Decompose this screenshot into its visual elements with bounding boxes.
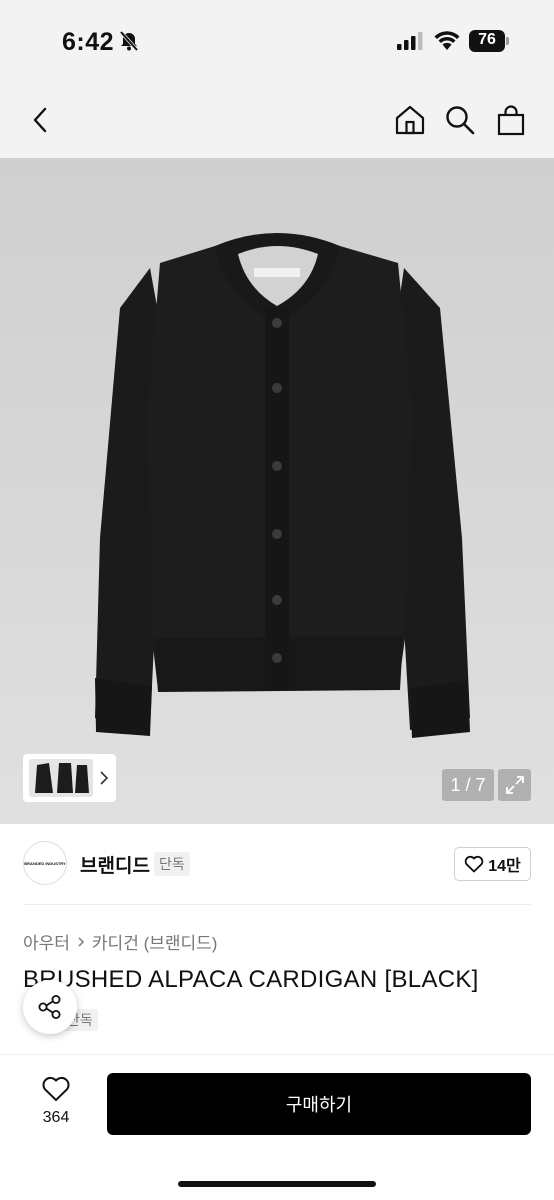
battery-nub — [506, 37, 509, 45]
wishlist-button[interactable]: 364 — [34, 1075, 78, 1135]
battery-indicator: 76 — [469, 30, 509, 52]
product-image — [95, 233, 470, 738]
brand-like-count: 14만 — [488, 858, 521, 875]
buy-button[interactable]: 구매하기 — [107, 1073, 531, 1135]
divider — [23, 904, 531, 905]
image-counter: 1 / 7 — [442, 769, 494, 801]
back-button[interactable] — [22, 100, 58, 140]
search-button[interactable] — [442, 100, 478, 140]
shopping-bag-icon — [497, 105, 525, 136]
expand-button[interactable] — [498, 769, 531, 801]
brand-name[interactable]: 브랜디드 — [80, 851, 150, 878]
cart-button[interactable] — [493, 100, 529, 140]
cellular-signal-icon — [397, 32, 423, 50]
brand-logo[interactable]: BRANDED INDUSTRY — [23, 841, 67, 885]
wifi-icon — [434, 31, 460, 50]
home-indicator — [178, 1181, 376, 1187]
heart-icon — [42, 1076, 70, 1101]
chevron-right-icon — [78, 936, 84, 947]
wishlist-count: 364 — [42, 1109, 70, 1126]
expand-icon — [505, 776, 524, 794]
thumbnail-strip[interactable] — [23, 754, 116, 802]
status-time: 6:42 — [62, 28, 115, 56]
brand-like-button[interactable]: 14만 — [454, 847, 531, 881]
breadcrumb: 아우터 카디건 (브랜디드) — [23, 929, 217, 954]
brand-exclusive-badge: 단독 — [154, 852, 190, 876]
heart-icon — [464, 855, 484, 873]
search-icon — [446, 106, 475, 135]
brand-logo-text: BRANDED INDUSTRY — [24, 860, 66, 866]
chevron-right-icon — [100, 771, 109, 785]
chevron-left-icon — [33, 107, 47, 133]
battery-level: 76 — [478, 31, 496, 48]
product-title: BRUSHED ALPACA CARDIGAN [BLACK] — [23, 966, 479, 993]
product-image-gallery[interactable]: 1 / 7 — [0, 158, 554, 824]
home-icon — [395, 105, 425, 135]
top-area: 6:42 76 — [0, 0, 554, 158]
breadcrumb-item-outer[interactable]: 아우터 — [23, 929, 70, 954]
thumbnail-image[interactable] — [29, 759, 93, 797]
breadcrumb-item-cardigan[interactable]: 카디건 (브랜디드) — [92, 929, 218, 954]
thumbnail-preview — [35, 763, 89, 793]
share-icon — [38, 995, 61, 1019]
share-button[interactable] — [23, 980, 77, 1034]
home-button[interactable] — [392, 100, 428, 140]
bell-mute-icon — [119, 30, 139, 52]
